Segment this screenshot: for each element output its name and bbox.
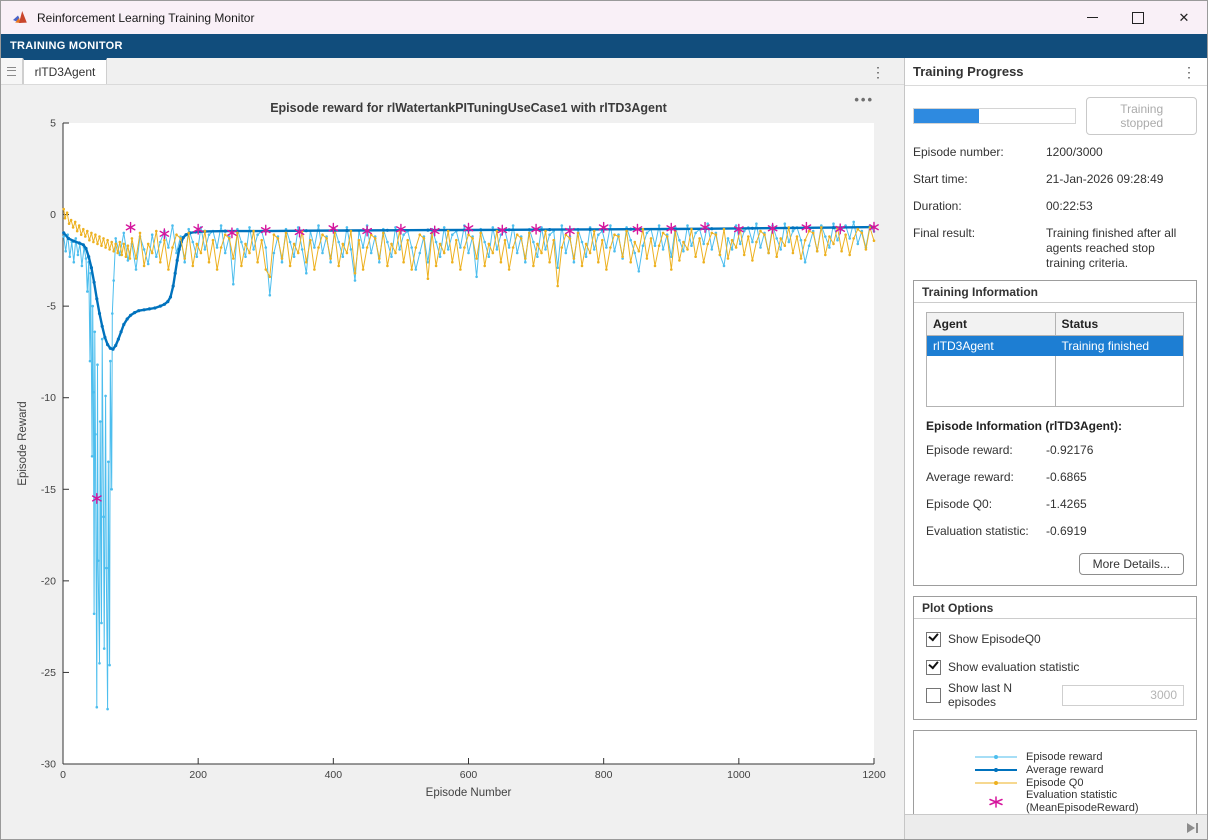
agent-column-header[interactable]: Agent: [927, 313, 1056, 336]
svg-text:Episode Number: Episode Number: [426, 787, 512, 799]
show-last-n-episodes-label: Show last N episodes: [948, 681, 1062, 709]
legend-item-episode-q0: Episode Q0: [974, 776, 1196, 789]
app-window: Reinforcement Learning Training Monitor …: [0, 0, 1208, 840]
status-cell: Training finished: [1055, 336, 1184, 357]
panel-body: Training stopped Episode number: 1200/30…: [905, 86, 1207, 814]
document-tabbar: rlTD3Agent ⋮: [1, 58, 904, 85]
episode-reward-row: Episode reward: -0.92176: [926, 443, 1184, 457]
show-episodeq0-checkbox[interactable]: [926, 632, 941, 647]
svg-text:-5: -5: [47, 301, 56, 313]
agents-table: Agent Status rlTD3Agent Training finishe…: [926, 312, 1184, 407]
show-evaluation-statistic-option[interactable]: Show evaluation statistic: [926, 653, 1184, 681]
panel-header: Training Progress ⋮: [905, 58, 1207, 86]
minimize-icon: [1087, 17, 1098, 18]
show-evaluation-statistic-label: Show evaluation statistic: [948, 660, 1079, 674]
svg-text:800: 800: [595, 769, 613, 781]
svg-text:200: 200: [189, 769, 207, 781]
duration-row: Duration: 00:22:53: [913, 199, 1197, 214]
chart-options-button[interactable]: •••: [854, 95, 874, 105]
close-button[interactable]: ✕: [1161, 1, 1207, 34]
evaluation-statistic-marker: [974, 795, 1018, 809]
show-episodeq0-option[interactable]: Show EpisodeQ0: [926, 625, 1184, 653]
svg-text:Episode Reward: Episode Reward: [17, 401, 29, 485]
svg-text:-15: -15: [41, 484, 56, 496]
start-time-row: Start time: 21-Jan-2026 09:28:49: [913, 172, 1197, 187]
chart-area: 0 200 400 600 800 1000 1200 5 0 -5 -10 -15 -20 -25 -30…: [1, 85, 904, 840]
episode-q0-value: -1.4265: [1046, 497, 1087, 511]
final-result-row: Final result: Training finished after al…: [913, 226, 1197, 271]
duration-value: 00:22:53: [1046, 199, 1197, 214]
episode-q0-row: Episode Q0: -1.4265: [926, 497, 1184, 511]
svg-text:-10: -10: [41, 392, 56, 404]
document-list-icon: [7, 67, 16, 76]
show-episodeq0-label: Show EpisodeQ0: [948, 632, 1041, 646]
progress-fill: [914, 109, 979, 123]
average-reward-row: Average reward: -0.6865: [926, 470, 1184, 484]
training-information-group: Training Information Agent Status rlTD3A…: [913, 280, 1197, 586]
panel-title: Training Progress: [913, 64, 1179, 79]
reward-chart[interactable]: 0 200 400 600 800 1000 1200 5 0 -5 -10 -15 -20 -25 -30…: [1, 85, 904, 840]
average-reward-value: -0.6865: [1046, 470, 1087, 484]
document-region: rlTD3Agent ⋮ 0 200 400 600 800 1000 1200 5 0 -5 -1…: [1, 58, 904, 840]
collapse-panel-button[interactable]: [1186, 822, 1199, 834]
episode-reward-line-swatch: [974, 750, 1018, 764]
window-title: Reinforcement Learning Training Monitor: [37, 11, 1069, 25]
status-column-header[interactable]: Status: [1055, 313, 1184, 336]
tab-label: rlTD3Agent: [35, 65, 96, 79]
episode-q0-line-swatch: [974, 776, 1018, 790]
minimize-button[interactable]: [1069, 1, 1115, 34]
final-result-value: Training finished after all agents reach…: [1046, 226, 1197, 271]
show-last-n-episodes-checkbox[interactable]: [926, 688, 941, 703]
plot-options-title: Plot Options: [914, 597, 1196, 619]
maximize-icon: [1132, 12, 1144, 24]
titlebar: Reinforcement Learning Training Monitor …: [1, 1, 1207, 34]
episode-reward-value: -0.92176: [1046, 443, 1093, 457]
show-last-n-episodes-option[interactable]: Show last N episodes: [926, 681, 1184, 709]
average-reward-line-swatch: [974, 763, 1018, 777]
svg-text:-25: -25: [41, 667, 56, 679]
start-time-value: 21-Jan-2026 09:28:49: [1046, 172, 1197, 187]
episode-number-value: 1200/3000: [1046, 145, 1197, 160]
plot-options-group: Plot Options Show EpisodeQ0 Show evaluat…: [913, 596, 1197, 720]
legend-item-evaluation-statistic: Evaluation statistic (MeanEpisodeReward): [974, 789, 1196, 814]
toolstrip-tab-label[interactable]: TRAINING MONITOR: [1, 40, 123, 52]
svg-text:-20: -20: [41, 575, 56, 587]
svg-text:-30: -30: [41, 759, 56, 771]
training-progress-panel: Training Progress ⋮ Training stopped Epi…: [904, 58, 1207, 840]
skip-end-icon: [1186, 822, 1199, 834]
panel-footer: [905, 814, 1207, 840]
tab-actions-button[interactable]: ⋮: [868, 58, 888, 85]
document-bar-button[interactable]: [1, 58, 23, 84]
close-icon: ✕: [1179, 11, 1190, 24]
legend-item-average-reward: Average reward: [974, 763, 1196, 776]
episode-number-row: Episode number: 1200/3000: [913, 145, 1197, 160]
vertical-ellipsis-icon: ⋮: [868, 65, 888, 79]
show-evaluation-statistic-checkbox[interactable]: [926, 660, 941, 675]
svg-text:1000: 1000: [727, 769, 751, 781]
chart-legend: Episode reward Average reward Episode Q0…: [913, 730, 1197, 814]
svg-text:400: 400: [325, 769, 343, 781]
toolstrip: TRAINING MONITOR: [1, 34, 1207, 58]
svg-text:Episode reward for rlWatertank: Episode reward for rlWatertankPITuningUs…: [270, 101, 667, 115]
evaluation-statistic-value: -0.6919: [1046, 524, 1087, 538]
more-details-button[interactable]: More Details...: [1079, 553, 1184, 575]
agent-cell: rlTD3Agent: [927, 336, 1056, 357]
panel-actions-button[interactable]: ⋮: [1179, 65, 1199, 79]
svg-text:0: 0: [50, 209, 56, 221]
training-progress-bar: [913, 108, 1076, 124]
training-stopped-button[interactable]: Training stopped: [1086, 97, 1197, 135]
svg-text:0: 0: [60, 769, 66, 781]
maximize-button[interactable]: [1115, 1, 1161, 34]
matlab-logo-icon: [13, 10, 29, 25]
tab-rltd3agent[interactable]: rlTD3Agent: [23, 58, 107, 84]
table-row-rltd3agent[interactable]: rlTD3Agent Training finished: [927, 336, 1184, 357]
evaluation-statistic-row: Evaluation statistic: -0.6919: [926, 524, 1184, 538]
svg-text:5: 5: [50, 118, 56, 130]
episode-information-heading: Episode Information (rlTD3Agent):: [926, 419, 1184, 433]
legend-item-episode-reward: Episode reward: [974, 750, 1196, 763]
training-information-title: Training Information: [914, 281, 1196, 303]
last-n-episodes-input[interactable]: [1062, 685, 1184, 706]
svg-text:1200: 1200: [862, 769, 886, 781]
svg-text:600: 600: [460, 769, 478, 781]
